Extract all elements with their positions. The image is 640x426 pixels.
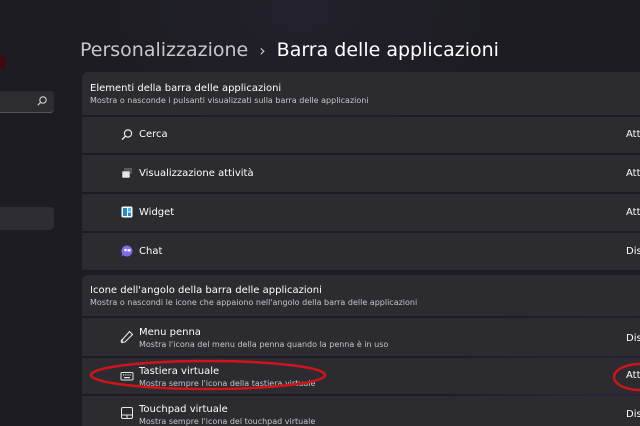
setting-row-chat[interactable]: [82, 233, 640, 270]
touchpad-icon: [121, 407, 133, 419]
toggle-state[interactable]: Attivato: [626, 370, 640, 381]
section-description: Mostra o nascondi le icone che appaiono …: [90, 298, 418, 307]
settings-search-input[interactable]: [0, 91, 54, 113]
setting-label: Chat: [139, 246, 163, 257]
navigation-pane: [0, 0, 56, 426]
section-description: Mostra o nasconde i pulsanti visualizzat…: [90, 96, 369, 105]
chevron-right-icon: ›: [259, 40, 266, 60]
nav-item-personalization[interactable]: [0, 207, 54, 230]
setting-label: Menu penna: [139, 327, 201, 338]
nav-avatar-fragment: [0, 56, 6, 69]
setting-description: Mostra l'icona del menu della penna quan…: [139, 340, 389, 349]
search-icon: [37, 96, 47, 106]
toggle-state[interactable]: Disattivato: [626, 409, 640, 420]
setting-label: Widget: [139, 207, 175, 218]
toggle-state[interactable]: Disattivato: [626, 333, 640, 344]
breadcrumb-parent-personalization[interactable]: Personalizzazione: [80, 39, 248, 61]
section-title: Elementi della barra delle applicazioni: [90, 83, 282, 94]
search-icon: [121, 129, 133, 141]
setting-description: Mostra sempre l'icona del touchpad virtu…: [139, 417, 316, 426]
page-title: Barra delle applicazioni: [276, 39, 499, 61]
setting-label: Touchpad virtuale: [139, 404, 228, 415]
toggle-state[interactable]: Disattivato: [626, 246, 640, 257]
toggle-state[interactable]: Attivato: [626, 207, 640, 218]
widgets-icon: [121, 206, 133, 218]
toggle-state[interactable]: Attivato: [626, 168, 640, 179]
toggle-state[interactable]: Attivato: [626, 129, 640, 140]
setting-description: Mostra sempre l'icona della tastiera vir…: [139, 379, 316, 388]
breadcrumb: Personalizzazione › Barra delle applicaz…: [80, 35, 499, 65]
setting-label: Cerca: [139, 129, 168, 140]
setting-label: Visualizzazione attività: [139, 168, 254, 179]
task-view-icon: [121, 168, 132, 179]
setting-label: Tastiera virtuale: [139, 366, 220, 377]
keyboard-icon: [120, 372, 134, 381]
chat-icon: [121, 245, 133, 257]
pen-icon: [120, 330, 134, 344]
section-title: Icone dell'angolo della barra delle appl…: [90, 285, 322, 296]
